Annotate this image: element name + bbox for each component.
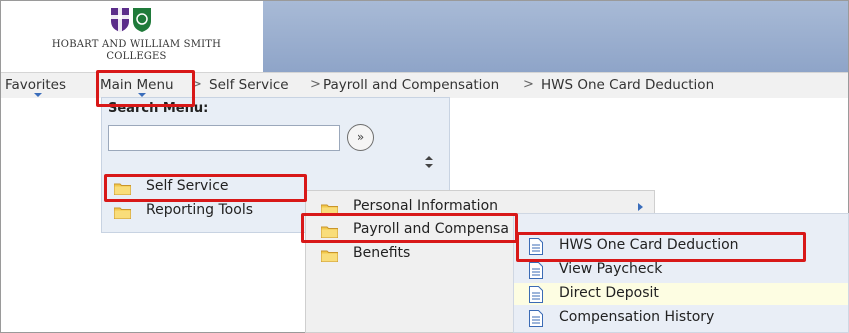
institution-name-line2: COLLEGES — [106, 51, 167, 59]
folder-icon — [321, 226, 338, 238]
search-menu-input[interactable] — [108, 125, 340, 151]
header-banner — [263, 1, 848, 73]
menu-item-label: View Paycheck — [559, 261, 663, 277]
document-icon — [529, 310, 543, 327]
breadcrumb-separator: > — [191, 77, 202, 92]
folder-icon — [321, 204, 338, 216]
document-icon — [529, 262, 543, 279]
breadcrumb-self-service[interactable]: Self Service — [209, 77, 289, 93]
breadcrumb-current: HWS One Card Deduction — [541, 77, 715, 93]
breadcrumb: Favorites Main Menu > Self Service > Pay… — [1, 72, 848, 98]
menu-item-label: Self Service — [146, 178, 229, 194]
menu-item-label: Payroll and Compensa — [353, 221, 509, 237]
breadcrumb-payroll[interactable]: Payroll and Compensation — [323, 77, 499, 93]
breadcrumb-separator: > — [523, 77, 534, 92]
institution-logo[interactable]: HOBART AND WILLIAM SMITH COLLEGES — [1, 1, 263, 73]
breadcrumb-favorites[interactable]: Favorites — [5, 77, 66, 93]
menu-item-label: Benefits — [353, 245, 411, 261]
menu-item-label: Direct Deposit — [559, 285, 659, 301]
submenu-arrow-icon — [638, 203, 643, 211]
payroll-submenu: HWS One Card Deduction View Paycheck Dir… — [513, 213, 849, 333]
folder-icon — [114, 207, 131, 219]
menu-item-label: HWS One Card Deduction — [559, 237, 739, 253]
shields-icon — [111, 8, 151, 32]
menu-item-label: Compensation History — [559, 309, 715, 325]
folder-icon — [321, 250, 338, 262]
menu-item-direct-deposit[interactable]: Direct Deposit — [514, 283, 848, 305]
menu-item-label: Reporting Tools — [146, 202, 253, 218]
institution-name-line1: HOBART AND WILLIAM SMITH — [51, 39, 222, 50]
search-go-button[interactable]: » — [347, 124, 374, 151]
sort-arrows-icon[interactable] — [424, 156, 434, 168]
double-chevron-right-icon: » — [356, 130, 365, 144]
breadcrumb-main-menu[interactable]: Main Menu — [100, 77, 174, 93]
folder-icon — [114, 183, 131, 195]
header: HOBART AND WILLIAM SMITH COLLEGES — [1, 1, 848, 73]
document-icon — [529, 286, 543, 303]
favorites-caret-icon — [34, 93, 42, 97]
search-menu-label: Search Menu: — [108, 101, 209, 116]
institution-name: HOBART AND WILLIAM SMITH COLLEGES — [49, 39, 224, 59]
document-icon — [529, 238, 543, 255]
breadcrumb-separator: > — [310, 77, 321, 92]
menu-item-label: Personal Information — [353, 198, 499, 214]
